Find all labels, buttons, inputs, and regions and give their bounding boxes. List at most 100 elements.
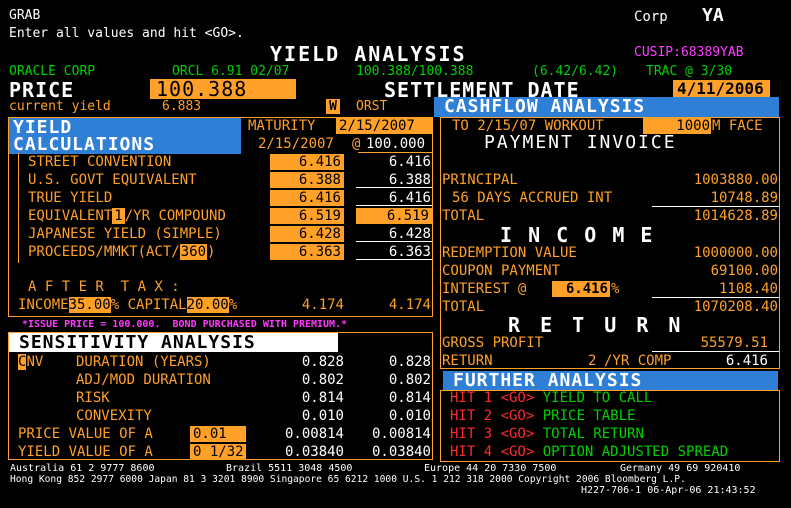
footer-europe: Europe 44 20 7330 7500 <box>424 463 557 474</box>
compound-frequency-input[interactable]: 1 <box>112 208 125 224</box>
hit-1-key: HIT 1 <GO> <box>450 390 535 406</box>
mod-duration-label: ADJ/MOD DURATION <box>76 372 211 388</box>
yield-value-value-2: 0.03840 <box>371 444 431 460</box>
price-value-value-2: 0.00814 <box>371 426 431 442</box>
face-label: M FACE <box>712 118 763 134</box>
duration-label: DURATION (YEARS) <box>76 354 211 370</box>
interest-value: 1108.40 <box>718 281 778 297</box>
hit-3-key: HIT 3 <GO> <box>450 426 535 442</box>
hit-2-key: HIT 2 <GO> <box>450 408 535 424</box>
return-value: 6.416 <box>725 353 768 369</box>
hit-4-key: HIT 4 <GO> <box>450 444 535 460</box>
principal-value: 1003880.00 <box>693 172 778 188</box>
capital-tax-input[interactable]: 20.00 <box>186 297 229 313</box>
reinvestment-rate-input[interactable]: 6.416 <box>552 281 610 297</box>
income-total-label: TOTAL <box>442 299 485 315</box>
menu-total-return[interactable]: HIT 3 <GO> TOTAL RETURN <box>450 427 644 441</box>
equivalent-label-post: /YR COMPOUND <box>124 208 226 224</box>
duration-value: 0.828 <box>301 354 344 370</box>
workout-date: 2/15/2007 <box>258 136 334 152</box>
income-tax-input[interactable]: 35.00 <box>68 297 111 313</box>
street-convention-value: 6.416 <box>270 154 344 170</box>
issue-price-note: *ISSUE PRICE = 100.000. BOND PURCHASED W… <box>22 319 348 330</box>
convexity-label: CONVEXITY <box>76 408 152 424</box>
price-input[interactable]: 100.388 <box>150 79 296 99</box>
after-tax-value: 4.174 <box>301 297 344 313</box>
price-table-label: PRICE TABLE <box>542 408 636 424</box>
cusip: CUSIP:68389YAB <box>634 45 744 60</box>
equivalent-compound-value-2: 6.519 <box>356 208 432 224</box>
duration-value-2: 0.828 <box>388 354 431 370</box>
maturity-label: MATURITY <box>248 118 316 134</box>
function-code: YA <box>702 5 724 26</box>
capital-pct: % <box>228 297 238 313</box>
yield-to-call-label: YIELD TO CALL <box>542 390 653 406</box>
yield-value-input[interactable]: 0 1/32 <box>190 444 246 460</box>
footer-germany: Germany 49 69 920410 <box>620 463 741 474</box>
yield-calculations-header: YIELD CALCULATIONS <box>9 118 241 154</box>
coupon-value: 69100.00 <box>710 263 778 279</box>
convexity-value-2: 0.010 <box>388 408 431 424</box>
return-label: RETURN <box>442 353 493 369</box>
footer-phones: Hong Kong 852 2977 6000 Japan 81 3 3201 … <box>10 474 686 485</box>
at-symbol: @ <box>352 136 361 152</box>
trac-label: TRAC @ 3/30 <box>646 64 733 79</box>
row-proceeds-mmkt-label: PROCEEDS/MMKT(ACT/360) <box>28 244 215 260</box>
corp-label: Corp <box>634 9 668 25</box>
current-yield-value: 6.883 <box>162 99 202 114</box>
convexity-value: 0.010 <box>301 408 344 424</box>
govt-equivalent-value-2: 6.388 <box>388 172 431 188</box>
orst-label: ORST <box>356 99 388 114</box>
proceeds-mmkt-value: 6.363 <box>270 244 344 260</box>
income-header: I N C O M E <box>500 223 655 247</box>
footer-australia: Australia 61 2 9777 8600 <box>10 463 155 474</box>
oas-label: OPTION ADJUSTED SPREAD <box>542 444 729 460</box>
current-yield-label: current yield <box>9 99 111 114</box>
row-street-convention-label: STREET CONVENTION <box>28 154 172 170</box>
page-title: YIELD ANALYSIS <box>270 42 467 66</box>
cnv-field[interactable]: CNV <box>18 354 44 370</box>
total-return-label: TOTAL RETURN <box>542 426 644 442</box>
day-count-input[interactable]: 360 <box>179 244 208 260</box>
risk-value-2: 0.814 <box>388 390 431 406</box>
yield-value-value: 0.03840 <box>284 444 344 460</box>
govt-equivalent-value: 6.388 <box>270 172 344 188</box>
proceeds-mmkt-value-2: 6.363 <box>388 244 431 260</box>
price-value-input[interactable]: 0.01 <box>190 426 246 442</box>
yield-value-label: YIELD VALUE OF A <box>18 444 153 460</box>
footer-timestamp: H227-706-1 06-Apr-06 21:43:52 <box>581 485 756 496</box>
redemption-value: 1000000.00 <box>693 245 778 261</box>
further-analysis-header: FURTHER ANALYSIS <box>443 371 778 390</box>
accrued-interest-label: 56 DAYS ACCRUED INT <box>452 190 613 206</box>
price-value-label: PRICE VALUE OF A <box>18 426 153 442</box>
menu-option-adjusted-spread[interactable]: HIT 4 <GO> OPTION ADJUSTED SPREAD <box>450 445 728 459</box>
sensitivity-analysis-header: SENSITIVITY ANALYSIS <box>9 333 338 352</box>
true-yield-value-2: 6.416 <box>388 190 431 206</box>
grab-label: GRAB <box>9 8 41 23</box>
price-label: PRICE <box>9 78 75 102</box>
bloomberg-terminal-screen: GRAB Enter all values and hit <GO>. Corp… <box>0 0 791 508</box>
coupon-label: COUPON PAYMENT <box>442 263 561 279</box>
instructions-text: Enter all values and hit <GO>. <box>9 26 244 41</box>
maturity-input[interactable]: 2/15/2007 <box>336 118 432 134</box>
street-convention-value-2: 6.416 <box>388 154 431 170</box>
workout-price: 100.000 <box>366 136 426 152</box>
menu-price-table[interactable]: HIT 2 <GO> PRICE TABLE <box>450 409 635 423</box>
true-yield-value: 6.416 <box>270 190 344 206</box>
japanese-yield-value-2: 6.428 <box>388 226 431 242</box>
japanese-yield-value: 6.428 <box>270 226 344 242</box>
equivalent-label-pre: EQUIVALENT <box>28 208 113 224</box>
w-toggle[interactable]: W <box>326 99 340 114</box>
risk-label: RISK <box>76 390 110 406</box>
return-comp-label: /YR COMP <box>604 353 672 369</box>
mod-duration-value: 0.802 <box>301 372 344 388</box>
menu-yield-to-call[interactable]: HIT 1 <GO> YIELD TO CALL <box>450 391 652 405</box>
capital-tax-label: % CAPITAL <box>110 297 187 313</box>
gross-profit-value: 55579.51 <box>700 335 768 351</box>
cnv-label: NV <box>26 354 44 370</box>
invoice-total-label: TOTAL <box>442 208 485 224</box>
yield-header-line2: CALCULATIONS <box>13 134 156 155</box>
cashflow-analysis-header: CASHFLOW ANALYSIS <box>434 97 779 117</box>
interest-label: INTEREST @ <box>442 281 527 297</box>
workout-label: TO 2/15/07 WORKOUT <box>452 118 604 134</box>
